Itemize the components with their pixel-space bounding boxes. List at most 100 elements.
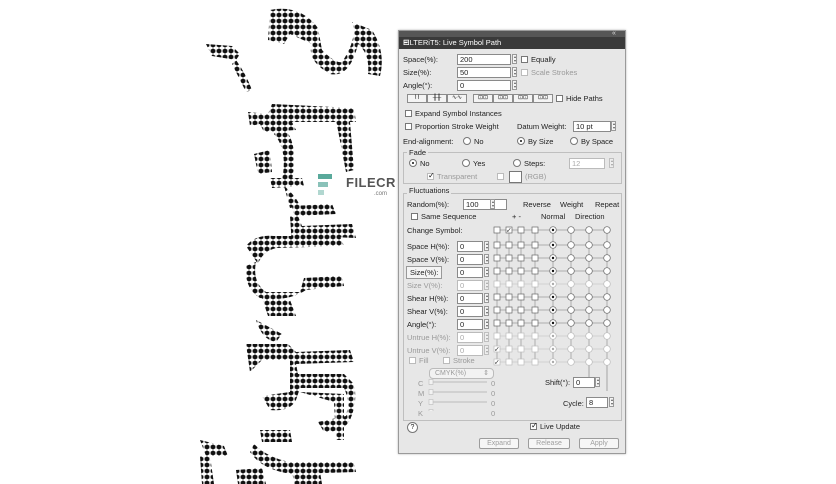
cycle-input[interactable]: 8 [586,397,608,408]
grid-radio[interactable] [603,254,611,262]
cycle-stepper[interactable] [609,397,614,407]
expand-button[interactable]: Expand [479,438,519,449]
grid-radio[interactable] [567,358,575,366]
grid-checkbox[interactable] [493,306,501,314]
grid-radio[interactable] [567,306,575,314]
fluctuation-grid[interactable]: ✓ ✓ ✓ [399,31,625,411]
grid-checkbox[interactable] [531,280,539,288]
grid-radio[interactable] [603,319,611,327]
help-label: ? [410,424,415,431]
grid-checkbox[interactable] [531,345,539,353]
grid-checkbox[interactable] [493,319,501,327]
grid-radio[interactable] [585,332,593,340]
grid-radio[interactable] [567,332,575,340]
fill-checkbox[interactable] [409,357,416,364]
grid-checkbox[interactable] [493,254,501,262]
release-button[interactable]: Release [528,438,570,449]
shift-stepper[interactable] [595,377,600,387]
grid-checkbox[interactable] [517,358,525,366]
grid-radio[interactable] [585,319,593,327]
grid-checkbox[interactable] [531,226,539,234]
grid-radio[interactable] [567,267,575,275]
channel-slider-thumb[interactable] [428,379,434,385]
grid-checkbox[interactable] [517,306,525,314]
grid-radio[interactable] [585,280,593,288]
grid-checkbox[interactable] [531,332,539,340]
grid-radio[interactable] [603,280,611,288]
grid-checkbox[interactable] [505,254,513,262]
grid-checkbox[interactable] [517,319,525,327]
live-symbol-path-panel: « FILTERiT5: Live Symbol Path ☰ Space(%)… [398,30,626,454]
grid-checkbox[interactable] [505,319,513,327]
grid-checkbox[interactable] [493,241,501,249]
grid-checkbox[interactable] [493,267,501,275]
live-update-checkbox[interactable] [530,421,538,430]
grid-checkbox[interactable] [531,254,539,262]
grid-checkbox[interactable] [517,254,525,262]
grid-radio[interactable] [567,280,575,288]
grid-checkbox[interactable] [505,345,513,353]
grid-radio[interactable] [603,293,611,301]
grid-radio[interactable] [603,226,611,234]
grid-checkbox[interactable] [531,358,539,366]
grid-radio[interactable] [585,345,593,353]
grid-radio[interactable] [603,332,611,340]
channel-slider-thumb[interactable] [428,399,434,405]
grid-checkbox[interactable] [505,241,513,249]
grid-radio[interactable] [585,306,593,314]
channel-m-value: 0 [491,389,496,398]
chevron-updown-icon: ⇕ [483,370,489,377]
color-mode-select[interactable]: CMYK(%) ⇕ [429,368,494,379]
grid-radio[interactable] [603,267,611,275]
shift-input[interactable]: 0 [573,377,595,388]
grid-radio-dot [551,334,555,338]
grid-checkbox[interactable] [493,226,501,234]
channel-c-value: 0 [491,379,496,388]
grid-checkbox[interactable] [493,332,501,340]
channel-slider-thumb[interactable] [428,389,434,395]
grid-radio[interactable] [603,241,611,249]
grid-checkbox[interactable] [517,332,525,340]
grid-radio[interactable] [567,254,575,262]
grid-checkbox[interactable] [505,280,513,288]
grid-radio[interactable] [585,254,593,262]
grid-radio[interactable] [603,345,611,353]
grid-checkbox[interactable] [531,306,539,314]
grid-checkbox[interactable] [517,267,525,275]
grid-checkbox[interactable] [505,293,513,301]
grid-checkbox[interactable] [493,293,501,301]
grid-radio[interactable] [585,267,593,275]
grid-radio[interactable] [567,293,575,301]
grid-checkbox[interactable] [505,332,513,340]
grid-checkbox[interactable] [517,345,525,353]
grid-radio[interactable] [567,226,575,234]
grid-checkbox[interactable] [505,358,513,366]
apply-button[interactable]: Apply [579,438,619,449]
help-icon[interactable]: ? [407,422,418,433]
grid-checkbox[interactable] [531,241,539,249]
grid-checkbox[interactable] [531,319,539,327]
channel-c-label: C [418,379,424,388]
grid-radio[interactable] [585,358,593,366]
grid-checkbox[interactable] [505,306,513,314]
grid-radio[interactable] [603,358,611,366]
channel-y-value: 0 [491,399,496,408]
grid-checkbox[interactable] [531,267,539,275]
grid-checkbox[interactable] [517,226,525,234]
grid-checkbox[interactable] [517,293,525,301]
grid-radio[interactable] [585,226,593,234]
stroke-checkbox[interactable] [443,357,450,364]
grid-radio[interactable] [567,345,575,353]
grid-checkbox[interactable] [517,241,525,249]
channel-slider-thumb[interactable] [428,409,434,412]
grid-radio[interactable] [567,319,575,327]
grid-checkbox[interactable] [493,280,501,288]
channel-k-value: 0 [491,409,496,418]
grid-checkbox[interactable] [517,280,525,288]
grid-radio[interactable] [585,293,593,301]
grid-radio[interactable] [603,306,611,314]
grid-radio[interactable] [585,241,593,249]
grid-checkbox[interactable] [505,267,513,275]
grid-checkbox[interactable] [531,293,539,301]
grid-radio[interactable] [567,241,575,249]
